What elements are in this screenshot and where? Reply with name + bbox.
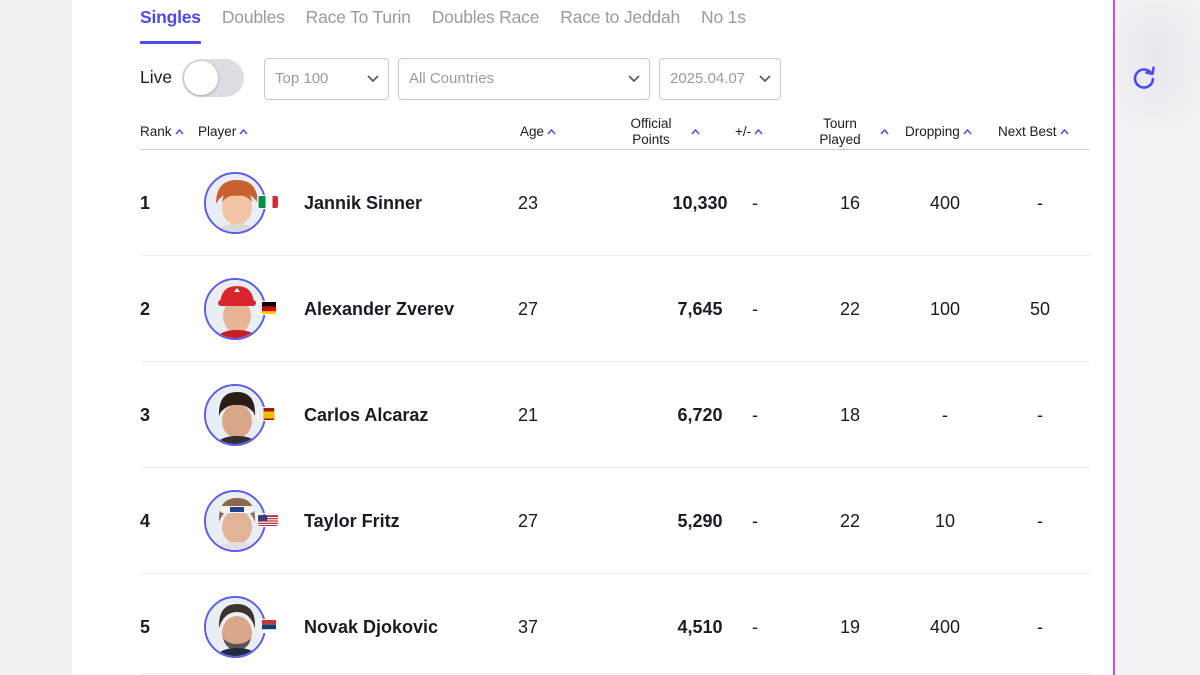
page-background-left xyxy=(0,0,72,675)
player-rank: 2 xyxy=(140,299,151,319)
tab-singles[interactable]: Singles xyxy=(140,6,201,44)
player-next-best: - xyxy=(1037,193,1043,213)
filter-bar: Live Top 100 All Countries 2025.04.07 xyxy=(140,58,1155,100)
column-rank-label: Rank xyxy=(140,124,172,139)
date-select[interactable]: 2025.04.07 xyxy=(659,58,781,100)
range-select[interactable]: Top 100 xyxy=(264,58,389,100)
player-name-link[interactable]: Novak Djokovic xyxy=(304,574,438,675)
page-background-right xyxy=(1116,0,1200,675)
player-next-best: - xyxy=(1037,511,1043,531)
country-select-value: All Countries xyxy=(409,70,495,87)
ranking-tabs: Singles Doubles Race To Turin Doubles Ra… xyxy=(140,6,767,44)
player-age: 27 xyxy=(518,299,539,319)
column-age[interactable]: Age xyxy=(520,124,556,140)
player-tourn-played: 18 xyxy=(839,405,861,425)
player-rank: 1 xyxy=(140,193,151,213)
player-next-best: - xyxy=(1037,405,1043,425)
player-rank: 3 xyxy=(140,405,151,425)
sort-up-icon[interactable] xyxy=(880,128,889,135)
column-official-points[interactable]: Official Points xyxy=(626,116,676,148)
sort-up-icon xyxy=(174,128,184,135)
player-dropping: 100 xyxy=(929,299,961,319)
flag-usa-icon xyxy=(257,513,279,527)
sort-up-icon xyxy=(754,128,763,135)
column-rank[interactable]: Rank xyxy=(140,124,184,140)
column-played-line2: Played xyxy=(819,132,861,147)
column-played-line1: Tourn xyxy=(823,116,857,131)
tab-no-1s[interactable]: No 1s xyxy=(701,6,746,44)
column-dropping-label: Dropping xyxy=(905,124,960,139)
flag-italy-icon xyxy=(257,195,279,209)
range-select-value: Top 100 xyxy=(275,70,329,87)
player-name-link[interactable]: Alexander Zverev xyxy=(304,256,454,362)
player-name-link[interactable]: Jannik Sinner xyxy=(304,150,422,256)
player-tourn-played: 16 xyxy=(839,193,861,213)
player-dropping: 400 xyxy=(929,617,961,637)
rankings-card: Singles Doubles Race To Turin Doubles Ra… xyxy=(72,0,1155,675)
player-age: 37 xyxy=(518,617,539,637)
player-rank: 4 xyxy=(140,511,151,531)
tab-doubles[interactable]: Doubles xyxy=(222,6,285,44)
column-dropping[interactable]: Dropping xyxy=(905,124,972,140)
player-rank: 5 xyxy=(140,617,151,637)
tab-doubles-race[interactable]: Doubles Race xyxy=(432,6,540,44)
refresh-icon[interactable] xyxy=(1130,64,1158,92)
flag-spain-icon xyxy=(257,407,279,421)
live-label: Live xyxy=(140,67,173,87)
country-select[interactable]: All Countries xyxy=(398,58,650,100)
column-points-line1: Official xyxy=(630,116,672,131)
player-age: 27 xyxy=(518,511,539,531)
player-change: - xyxy=(752,617,758,637)
player-dropping: - xyxy=(942,405,948,425)
tab-race-to-jeddah[interactable]: Race to Jeddah xyxy=(560,6,680,44)
player-name-link[interactable]: Carlos Alcaraz xyxy=(304,362,428,468)
column-change-label: +/- xyxy=(735,124,752,139)
chevron-down-icon xyxy=(759,75,771,83)
column-player-label: Player xyxy=(198,124,237,139)
player-next-best: 50 xyxy=(1029,299,1051,319)
sort-up-icon xyxy=(963,128,972,135)
player-next-best: - xyxy=(1037,617,1043,637)
sort-up-icon xyxy=(239,128,248,135)
table-header: Rank Player Age Official Points +/- Tourn… xyxy=(140,112,1090,150)
date-select-value: 2025.04.07 xyxy=(670,70,746,87)
player-tourn-played: 19 xyxy=(839,617,861,637)
player-change: - xyxy=(752,299,758,319)
sort-up-icon xyxy=(1059,128,1069,135)
player-change: - xyxy=(752,193,758,213)
column-points-line2: Points xyxy=(632,132,670,147)
tab-race-to-turin[interactable]: Race To Turin xyxy=(306,6,411,44)
player-tourn-played: 22 xyxy=(839,299,861,319)
table-row[interactable]: 5 Novak Djokovic 37 4,510 - 19 400 - xyxy=(140,574,1090,674)
flag-serbia-icon xyxy=(257,619,279,633)
table-row[interactable]: 2 Alexander Zverev 27 7,645 - 22 100 50 xyxy=(140,256,1090,362)
live-toggle[interactable] xyxy=(182,59,244,97)
player-dropping: 400 xyxy=(929,193,961,213)
table-row[interactable]: 4 Taylor Fritz 27 5,290 - 22 10 - xyxy=(140,468,1090,574)
chevron-down-icon xyxy=(628,75,640,83)
player-name-link[interactable]: Taylor Fritz xyxy=(304,468,400,574)
chevron-down-icon xyxy=(367,75,379,83)
sort-up-icon xyxy=(547,128,556,135)
sort-up-icon[interactable] xyxy=(691,128,700,135)
toggle-knob xyxy=(184,61,218,95)
column-player[interactable]: Player xyxy=(198,124,248,140)
player-change: - xyxy=(752,511,758,531)
column-age-label: Age xyxy=(520,124,545,139)
table-row[interactable]: 1 Jannik Sinner 23 10,330 - 16 400 - xyxy=(140,150,1090,256)
player-change: - xyxy=(752,405,758,425)
table-row[interactable]: 3 Carlos Alcaraz 21 6,720 - 18 - - xyxy=(140,362,1090,468)
column-next-best[interactable]: Next Best xyxy=(998,124,1069,140)
column-next-best-label: Next Best xyxy=(998,124,1057,139)
player-dropping: 10 xyxy=(934,511,956,531)
player-age: 21 xyxy=(518,405,539,425)
player-tourn-played: 22 xyxy=(839,511,861,531)
flag-germany-icon xyxy=(257,301,279,315)
column-change[interactable]: +/- xyxy=(735,124,763,140)
player-age: 23 xyxy=(518,193,539,213)
column-tourn-played[interactable]: Tourn Played xyxy=(816,116,864,148)
